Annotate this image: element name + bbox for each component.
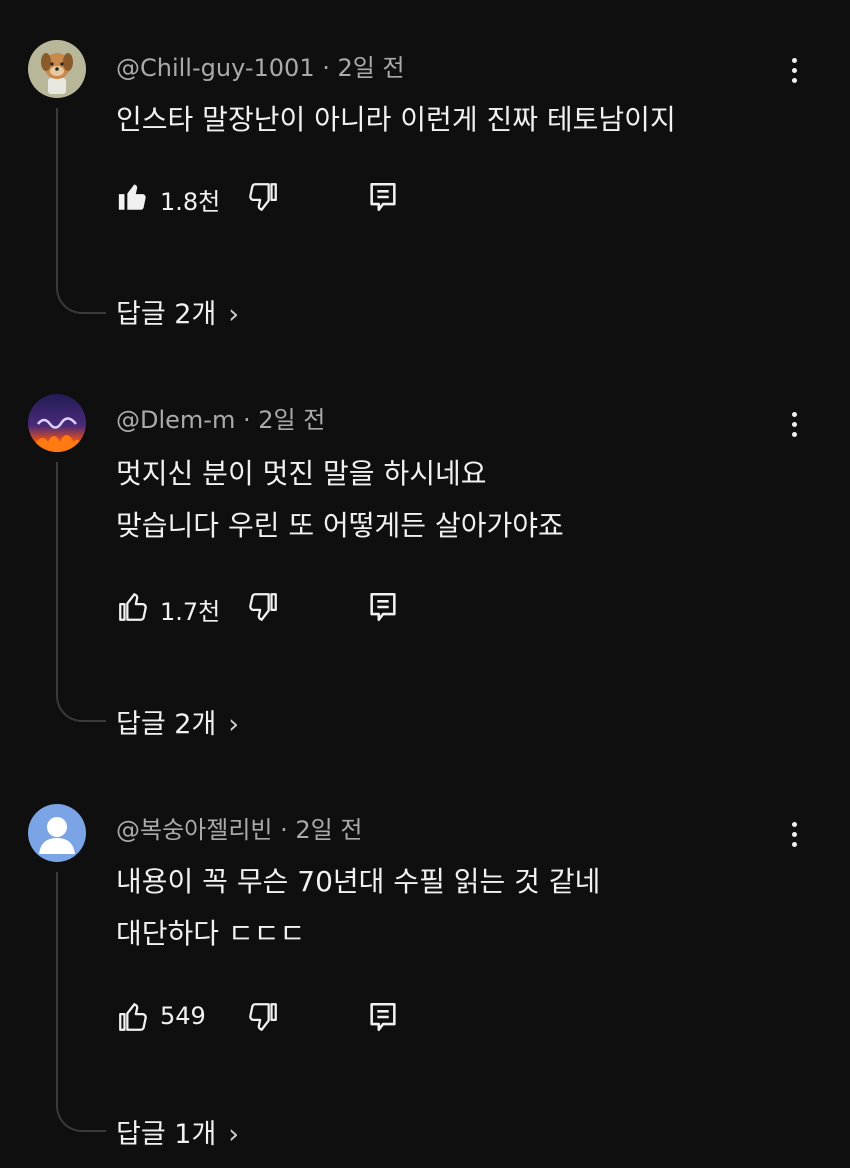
- replies-label: 답글 2개: [116, 299, 217, 330]
- dislike-button[interactable]: [246, 180, 280, 214]
- avatar[interactable]: [28, 394, 86, 452]
- replies-label: 답글 2개: [116, 709, 217, 740]
- comment-line: 내용이 꼭 무슨 70년대 수필 읽는 것 같네: [116, 865, 601, 898]
- dot: [791, 831, 797, 837]
- more-options-button[interactable]: [778, 814, 810, 854]
- comment-time: 2일 전: [295, 816, 363, 844]
- more-options-button[interactable]: [778, 404, 810, 444]
- like-button[interactable]: [116, 590, 150, 624]
- like-count: 1.8천: [160, 188, 221, 216]
- thread-line: [56, 462, 106, 722]
- reply-comment-icon: [370, 1002, 396, 1032]
- dislike-button[interactable]: [246, 1000, 280, 1034]
- dislike-button[interactable]: [246, 590, 280, 624]
- like-count: 549: [160, 1002, 206, 1030]
- dot: [791, 67, 797, 73]
- reply-comment-icon: [370, 182, 396, 212]
- comment-line: 인스타 말장난이 아니라 이런게 진짜 테토남이지: [116, 103, 676, 136]
- comment-actions: 549: [116, 998, 416, 1038]
- view-replies-button[interactable]: 답글 2개 ›: [116, 702, 239, 741]
- like-count: 1.7천: [160, 598, 221, 626]
- thread-line: [56, 872, 106, 1132]
- dot: [791, 421, 797, 427]
- dot: [791, 77, 797, 83]
- dot: [791, 431, 797, 437]
- comment-line: 멋지신 분이 멋진 말을 하시네요: [116, 457, 487, 490]
- comment-meta: @복숭아젤리빈 · 2일 전: [116, 810, 362, 845]
- comment-text: 내용이 꼭 무슨 70년대 수필 읽는 것 같네 대단하다 ㄷㄷㄷ: [116, 856, 600, 960]
- reply-comment-icon: [370, 592, 396, 622]
- view-replies-button[interactable]: 답글 2개 ›: [116, 292, 239, 331]
- comment-meta: @Dlem-m · 2일 전: [116, 400, 325, 435]
- like-button[interactable]: [116, 1000, 150, 1034]
- comment-time: 2일 전: [258, 406, 326, 434]
- default-user-avatar-icon: [28, 804, 86, 862]
- thumbs-up-icon: [119, 1003, 147, 1031]
- replies-label: 답글 1개: [116, 1119, 217, 1150]
- avatar[interactable]: [28, 40, 86, 98]
- author-name[interactable]: @복숭아젤리빈: [116, 816, 272, 844]
- view-replies-button[interactable]: 답글 1개 ›: [116, 1112, 239, 1151]
- meta-separator: ·: [242, 406, 251, 434]
- dot: [791, 821, 797, 827]
- dot: [791, 841, 797, 847]
- thumbs-up-filled-icon: [118, 184, 146, 210]
- more-options-button[interactable]: [778, 50, 810, 90]
- comment-text: 인스타 말장난이 아니라 이런게 진짜 테토남이지: [116, 94, 676, 146]
- reply-button[interactable]: [366, 180, 400, 214]
- avatar[interactable]: [28, 804, 86, 862]
- thumbs-down-icon: [249, 1003, 277, 1031]
- like-button[interactable]: [116, 180, 150, 214]
- thumbs-down-icon: [249, 593, 277, 621]
- reply-button[interactable]: [366, 590, 400, 624]
- author-name[interactable]: @Dlem-m: [116, 406, 235, 434]
- comment-meta: @Chill-guy-1001 · 2일 전: [116, 48, 405, 83]
- comment-text: 멋지신 분이 멋진 말을 하시네요 맞습니다 우린 또 어떻게든 살아가야죠: [116, 448, 564, 552]
- thumbs-up-icon: [119, 593, 147, 621]
- meta-separator: ·: [280, 816, 288, 844]
- thumbs-down-icon: [249, 183, 277, 211]
- comment-actions: 1.8천: [116, 178, 416, 218]
- chevron-right-icon: ›: [228, 709, 240, 740]
- comment-time: 2일 전: [337, 54, 405, 82]
- meta-separator: ·: [322, 54, 330, 82]
- chevron-right-icon: ›: [228, 299, 240, 330]
- author-name[interactable]: @Chill-guy-1001: [116, 54, 315, 82]
- dot: [791, 57, 797, 63]
- comment-line: 맞습니다 우린 또 어떻게든 살아가야죠: [116, 509, 564, 542]
- dot: [791, 411, 797, 417]
- dog-avatar-icon: [28, 40, 86, 98]
- thread-line: [56, 108, 106, 314]
- chevron-right-icon: ›: [228, 1119, 240, 1150]
- comment-actions: 1.7천: [116, 588, 416, 628]
- comment-line: 대단하다 ㄷㄷㄷ: [116, 917, 306, 950]
- fire-avatar-icon: [28, 394, 86, 452]
- reply-button[interactable]: [366, 1000, 400, 1034]
